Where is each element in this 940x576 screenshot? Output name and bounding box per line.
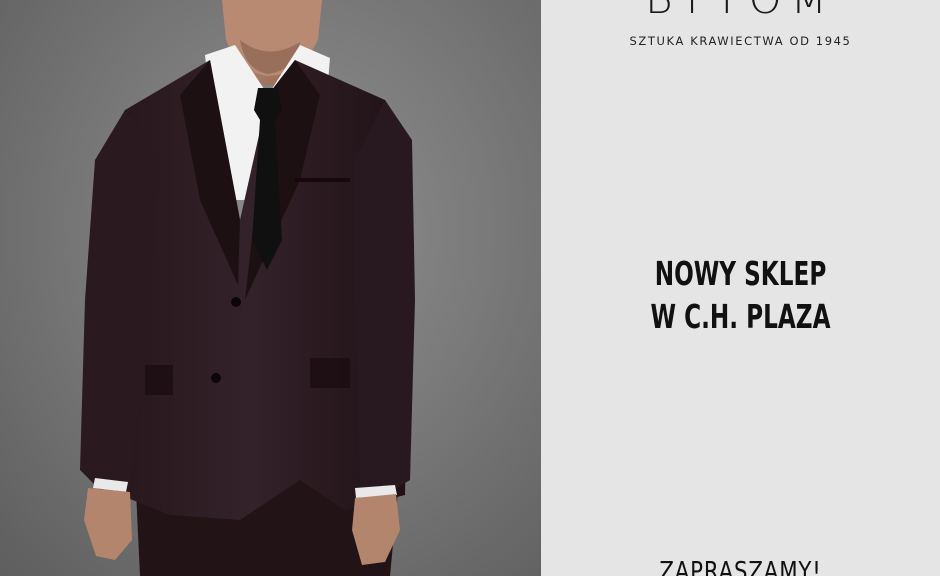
invitation-text: ZAPRASZAMY!	[659, 557, 822, 576]
model-photo	[0, 0, 541, 576]
headline-line-2: W C.H. PLAZA	[650, 297, 831, 336]
headline-line-1: NOWY SKLEP	[654, 254, 827, 293]
text-panel: BYTOM SZTUKA KRAWIECTWA OD 1945 NOWY SKL…	[541, 0, 940, 576]
man-in-suit-illustration	[80, 0, 415, 576]
headline: NOWY SKLEP W C.H. PLAZA	[585, 252, 896, 338]
brand-tagline: SZTUKA KRAWIECTWA OD 1945	[629, 34, 852, 48]
brand-logo: BYTOM	[541, 0, 940, 20]
